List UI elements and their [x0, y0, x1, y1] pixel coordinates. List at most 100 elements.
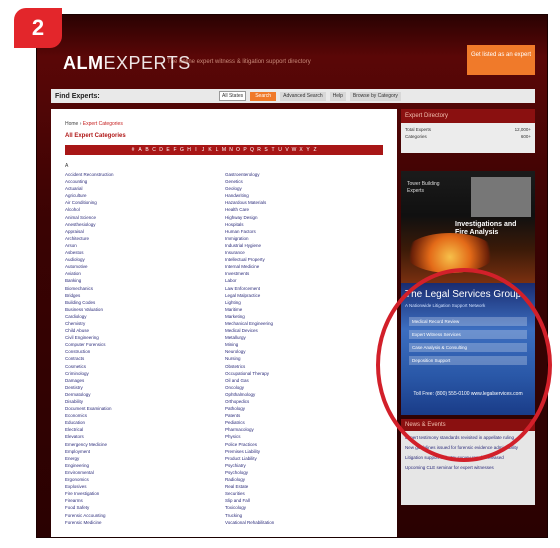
category-link[interactable]: Labor	[225, 277, 375, 284]
category-link[interactable]: Medical Devices	[225, 327, 375, 334]
category-link[interactable]: Ophthalmology	[225, 391, 375, 398]
category-link[interactable]: Patents	[225, 412, 375, 419]
category-link[interactable]: Fire Investigation	[65, 490, 215, 497]
category-link[interactable]: Occupational Therapy	[225, 370, 375, 377]
category-link[interactable]: Handwriting	[225, 192, 375, 199]
category-link[interactable]: Genetics	[225, 178, 375, 185]
alphabet-letter[interactable]: Z	[313, 147, 318, 153]
category-link[interactable]: Education	[65, 419, 215, 426]
category-link[interactable]: Psychiatry	[225, 462, 375, 469]
category-link[interactable]: Intellectual Property	[225, 256, 375, 263]
alphabet-letter[interactable]: A	[138, 147, 143, 153]
category-link[interactable]: Bridges	[65, 292, 215, 299]
alphabet-letter[interactable]: D	[159, 147, 164, 153]
category-link[interactable]: Securities	[225, 490, 375, 497]
category-link[interactable]: Nursing	[225, 355, 375, 362]
alphabet-letter[interactable]: #	[131, 147, 136, 153]
alphabet-letter[interactable]: Q	[250, 147, 255, 153]
alphabet-letter[interactable]: Y	[306, 147, 311, 153]
category-link[interactable]: Firearms	[65, 497, 215, 504]
state-select[interactable]: All States	[219, 91, 247, 101]
category-link[interactable]: Dentistry	[65, 384, 215, 391]
category-link[interactable]: Ergonomics	[65, 476, 215, 483]
alphabet-letter[interactable]: T	[271, 147, 276, 153]
category-link[interactable]: Business Valuation	[65, 306, 215, 313]
category-link[interactable]: Internal Medicine	[225, 263, 375, 270]
category-link[interactable]: Trucking	[225, 512, 375, 519]
category-link[interactable]: Premises Liability	[225, 448, 375, 455]
category-link[interactable]: Legal Malpractice	[225, 292, 375, 299]
category-link[interactable]: Chemistry	[65, 320, 215, 327]
category-link[interactable]: Energy	[65, 455, 215, 462]
category-link[interactable]: Oncology	[225, 384, 375, 391]
category-link[interactable]: Pathology	[225, 405, 375, 412]
alphabet-letter[interactable]: J	[201, 147, 206, 153]
alphabet-letter[interactable]: E	[166, 147, 171, 153]
category-link[interactable]: Product Liability	[225, 455, 375, 462]
category-link[interactable]: Appraisal	[65, 228, 215, 235]
category-link[interactable]: Accounting	[65, 178, 215, 185]
alphabet-letter[interactable]: C	[152, 147, 157, 153]
category-link[interactable]: Neurology	[225, 348, 375, 355]
alphabet-letter[interactable]: G	[180, 147, 185, 153]
category-link[interactable]: Child Abuse	[65, 327, 215, 334]
category-link[interactable]: Geology	[225, 185, 375, 192]
category-link[interactable]: Gastroenterology	[225, 171, 375, 178]
category-link[interactable]: Economics	[65, 412, 215, 419]
category-link[interactable]: Dermatology	[65, 391, 215, 398]
category-link[interactable]: Elevators	[65, 433, 215, 440]
get-listed-button[interactable]: Get listed as an expert	[467, 45, 535, 75]
alphabet-letter[interactable]: H	[187, 147, 192, 153]
alphabet-letter[interactable]: F	[173, 147, 178, 153]
category-link[interactable]: Arson	[65, 242, 215, 249]
category-link[interactable]: Industrial Hygiene	[225, 242, 375, 249]
category-link[interactable]: Radiology	[225, 476, 375, 483]
category-link[interactable]: Environmental	[65, 469, 215, 476]
category-link[interactable]: Contracts	[65, 355, 215, 362]
category-link[interactable]: Slip and Fall	[225, 497, 375, 504]
alphabet-letter[interactable]: O	[236, 147, 241, 153]
category-link[interactable]: Cardiology	[65, 313, 215, 320]
category-link[interactable]: Food Safety	[65, 504, 215, 511]
category-link[interactable]: Forensic Medicine	[65, 519, 215, 526]
category-link[interactable]: Animal Science	[65, 214, 215, 221]
alphabet-letter[interactable]: W	[292, 147, 297, 153]
category-link[interactable]: Electrical	[65, 426, 215, 433]
help-link[interactable]: Help	[329, 91, 346, 101]
category-link[interactable]: Oil and Gas	[225, 377, 375, 384]
category-link[interactable]: Human Factors	[225, 228, 375, 235]
category-link[interactable]: Construction	[65, 348, 215, 355]
category-link[interactable]: Anesthesiology	[65, 221, 215, 228]
alphabet-letter[interactable]: X	[299, 147, 304, 153]
category-link[interactable]: Health Care	[225, 206, 375, 213]
category-link[interactable]: Disability	[65, 398, 215, 405]
category-link[interactable]: Hospitals	[225, 221, 375, 228]
category-link[interactable]: Physics	[225, 433, 375, 440]
category-link[interactable]: Mining	[225, 341, 375, 348]
category-link[interactable]: Aviation	[65, 270, 215, 277]
category-link[interactable]: Audiology	[65, 256, 215, 263]
breadcrumb-home[interactable]: Home	[65, 121, 78, 127]
category-link[interactable]: Marketing	[225, 313, 375, 320]
category-link[interactable]: Vocational Rehabilitation	[225, 519, 375, 526]
category-link[interactable]: Civil Engineering	[65, 334, 215, 341]
category-link[interactable]: Mechanical Engineering	[225, 320, 375, 327]
category-link[interactable]: Accident Reconstruction	[65, 171, 215, 178]
alphabet-letter[interactable]: M	[222, 147, 227, 153]
category-link[interactable]: Obstetrics	[225, 363, 375, 370]
alphabet-letter[interactable]: S	[264, 147, 269, 153]
alphabet-letter[interactable]: R	[257, 147, 262, 153]
category-link[interactable]: Metallurgy	[225, 334, 375, 341]
category-link[interactable]: Banking	[65, 277, 215, 284]
fire-analysis-ad[interactable]: Tower Building Experts Investigations an…	[401, 171, 535, 283]
category-link[interactable]: Investments	[225, 270, 375, 277]
alphabet-letter[interactable]: L	[215, 147, 220, 153]
category-link[interactable]: Immigration	[225, 235, 375, 242]
category-link[interactable]: Air Conditioning	[65, 199, 215, 206]
category-link[interactable]: Real Estate	[225, 483, 375, 490]
search-button[interactable]: Search	[250, 91, 277, 101]
category-link[interactable]: Agriculture	[65, 192, 215, 199]
category-link[interactable]: Police Practices	[225, 441, 375, 448]
category-link[interactable]: Lighting	[225, 299, 375, 306]
category-link[interactable]: Insurance	[225, 249, 375, 256]
